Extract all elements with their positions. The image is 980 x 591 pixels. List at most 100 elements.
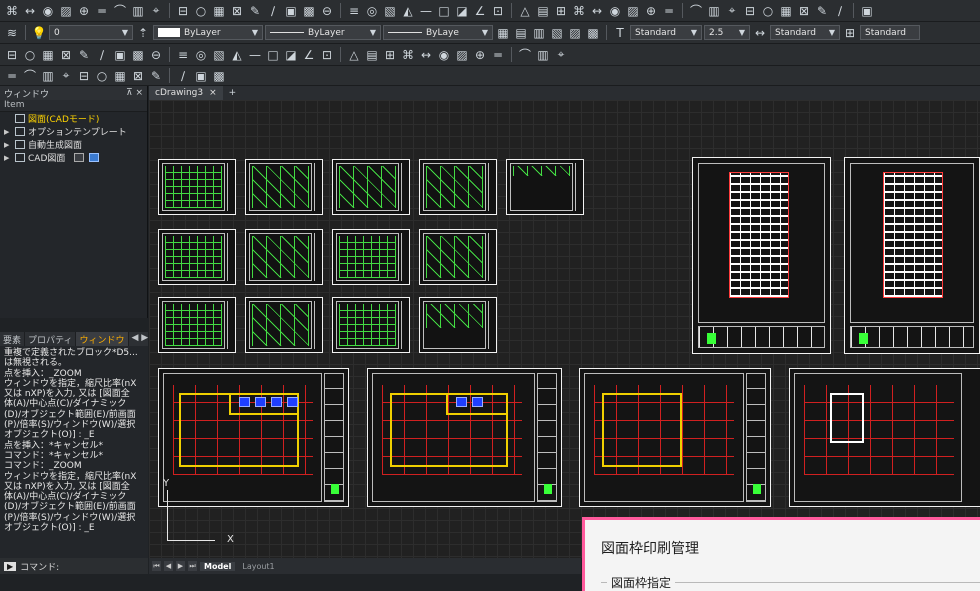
- table-style-icon[interactable]: ▦: [40, 47, 56, 63]
- insert-block-icon[interactable]: □: [265, 47, 281, 63]
- multileader-style-icon[interactable]: ⊕: [472, 47, 488, 63]
- text-icon[interactable]: ∠: [301, 47, 317, 63]
- dim-aligned-icon[interactable]: ⌒: [517, 47, 533, 63]
- properties-icon[interactable]: ⊖: [319, 3, 335, 19]
- multileader-style-icon[interactable]: ⌖: [58, 68, 74, 84]
- sheet-thumbnail[interactable]: [245, 297, 323, 353]
- dim-style-icon[interactable]: ⌒: [22, 68, 38, 84]
- layer-icon[interactable]: ○: [760, 3, 776, 19]
- dim-style-icon[interactable]: ◉: [436, 47, 452, 63]
- tab-window[interactable]: ウィンドウ: [76, 332, 129, 346]
- layer-previous-icon[interactable]: ⇡: [135, 25, 151, 41]
- tree-item-auto-generated[interactable]: ▶ 自動生成図面: [0, 138, 147, 151]
- match-properties-icon[interactable]: ▦: [495, 25, 511, 41]
- layer-combo[interactable]: 0 ▼: [49, 25, 133, 40]
- dim-linear-icon[interactable]: ✎: [76, 47, 92, 63]
- last-tab-icon[interactable]: ⏭: [188, 561, 197, 571]
- text-style-icon[interactable]: ═: [4, 68, 20, 84]
- draw-order-icon[interactable]: ▥: [531, 25, 547, 41]
- dim-style-icon[interactable]: ○: [22, 47, 38, 63]
- measure-icon[interactable]: ⊠: [796, 3, 812, 19]
- sheet-thumbnail[interactable]: [332, 297, 410, 353]
- text-style-icon[interactable]: ↔: [418, 47, 434, 63]
- text-style-combo[interactable]: Standard ▼: [630, 25, 702, 40]
- circle-icon[interactable]: ▦: [211, 3, 227, 19]
- panel-pin-close-icon[interactable]: ⊼ ×: [126, 88, 143, 98]
- sheet-thumbnail[interactable]: [332, 159, 410, 215]
- group-icon[interactable]: ▨: [567, 25, 583, 41]
- text-style-icon[interactable]: ⌘: [4, 3, 20, 19]
- dim-linear-icon[interactable]: ═: [490, 47, 506, 63]
- elevation-sheet[interactable]: [844, 157, 980, 354]
- tab-model[interactable]: Model: [200, 561, 236, 571]
- tree-item-cad-drawing[interactable]: ▶ CAD図面: [0, 151, 147, 164]
- dim-radius-icon[interactable]: ⊞: [553, 3, 569, 19]
- dim-angle-icon[interactable]: ▤: [535, 3, 551, 19]
- dim-angle-icon[interactable]: ▣: [112, 47, 128, 63]
- prev-tab-icon[interactable]: ◀: [164, 561, 173, 571]
- hatch-icon[interactable]: ✎: [247, 3, 263, 19]
- polyline-icon[interactable]: ∕: [175, 68, 191, 84]
- floor-plan-sheet[interactable]: [579, 368, 771, 507]
- dim-style-icon[interactable]: ↔: [752, 25, 768, 41]
- arc-icon[interactable]: ◎: [193, 47, 209, 63]
- line-icon[interactable]: ✎: [148, 68, 164, 84]
- text-icon[interactable]: ⌖: [724, 3, 740, 19]
- window-icon[interactable]: [74, 153, 85, 162]
- lineweight-combo[interactable]: ByLaye ▼: [383, 25, 493, 40]
- text-icon[interactable]: ▩: [301, 3, 317, 19]
- layer-state-icon[interactable]: 💡: [31, 25, 47, 41]
- insert-block-icon[interactable]: ⌒: [688, 3, 704, 19]
- dim-radius-icon[interactable]: ▩: [130, 47, 146, 63]
- measure-icon[interactable]: ▧: [382, 3, 398, 19]
- circle-icon[interactable]: ▩: [211, 68, 227, 84]
- dim-aligned-icon[interactable]: ○: [94, 68, 110, 84]
- multileader-style-icon[interactable]: ▨: [58, 3, 74, 19]
- sheet-thumbnail[interactable]: [419, 229, 497, 285]
- polyline-icon[interactable]: ↔: [589, 3, 605, 19]
- sheet-thumbnail[interactable]: [419, 297, 497, 353]
- arc-icon[interactable]: ◉: [607, 3, 623, 19]
- first-tab-icon[interactable]: ⏮: [152, 561, 161, 571]
- dim-linear-icon[interactable]: ⊟: [76, 68, 92, 84]
- text-style-icon[interactable]: ⊟: [4, 47, 20, 63]
- tab-layout1[interactable]: Layout1: [238, 562, 278, 571]
- expand-arrow-icon[interactable]: ▶: [4, 141, 12, 149]
- circle-icon[interactable]: ▧: [211, 47, 227, 63]
- measure-icon[interactable]: ⊞: [382, 47, 398, 63]
- dim-radius-icon[interactable]: ⌖: [553, 47, 569, 63]
- new-tab-plus-icon[interactable]: +: [229, 88, 237, 98]
- window-active-icon[interactable]: [89, 153, 100, 162]
- text-style-icon[interactable]: ∕: [832, 3, 848, 19]
- ungroup-icon[interactable]: ▩: [585, 25, 601, 41]
- dim-angle-icon[interactable]: ▥: [535, 47, 551, 63]
- line-icon[interactable]: ⌘: [571, 3, 587, 19]
- dim-angle-icon[interactable]: ⌒: [112, 3, 128, 19]
- table-icon[interactable]: ◪: [283, 47, 299, 63]
- close-icon[interactable]: ×: [209, 88, 217, 98]
- table-icon[interactable]: ▥: [706, 3, 722, 19]
- plot-icon[interactable]: ⌘: [400, 47, 416, 63]
- multileader-style-icon[interactable]: ⊠: [58, 47, 74, 63]
- drawing-canvas[interactable]: Y X: [149, 100, 980, 558]
- table-style-icon[interactable]: ◉: [40, 3, 56, 19]
- expand-arrow-icon[interactable]: ▶: [4, 128, 12, 136]
- insert-block-icon[interactable]: ∕: [265, 3, 281, 19]
- sheet-thumbnail[interactable]: [158, 159, 236, 215]
- sheet-thumbnail[interactable]: [332, 229, 410, 285]
- dim-aligned-icon[interactable]: ∕: [94, 47, 110, 63]
- tab-properties[interactable]: プロパティ: [25, 332, 77, 346]
- rectangle-icon[interactable]: ◭: [229, 47, 245, 63]
- properties-icon[interactable]: ⊡: [319, 47, 335, 63]
- dim-style-icon[interactable]: ▣: [859, 3, 875, 19]
- layer-manager-icon[interactable]: ≋: [4, 25, 20, 41]
- dim-radius-icon[interactable]: ⊠: [130, 68, 146, 84]
- layer-icon[interactable]: △: [346, 47, 362, 63]
- dim-aligned-icon[interactable]: ═: [94, 3, 110, 19]
- floor-plan-sheet[interactable]: [367, 368, 562, 507]
- line-icon[interactable]: ⌖: [148, 3, 164, 19]
- sheet-thumbnail[interactable]: [419, 159, 497, 215]
- dim-angle-icon[interactable]: ▦: [112, 68, 128, 84]
- plot-icon[interactable]: ✎: [814, 3, 830, 19]
- table-style-icon[interactable]: ◪: [454, 3, 470, 19]
